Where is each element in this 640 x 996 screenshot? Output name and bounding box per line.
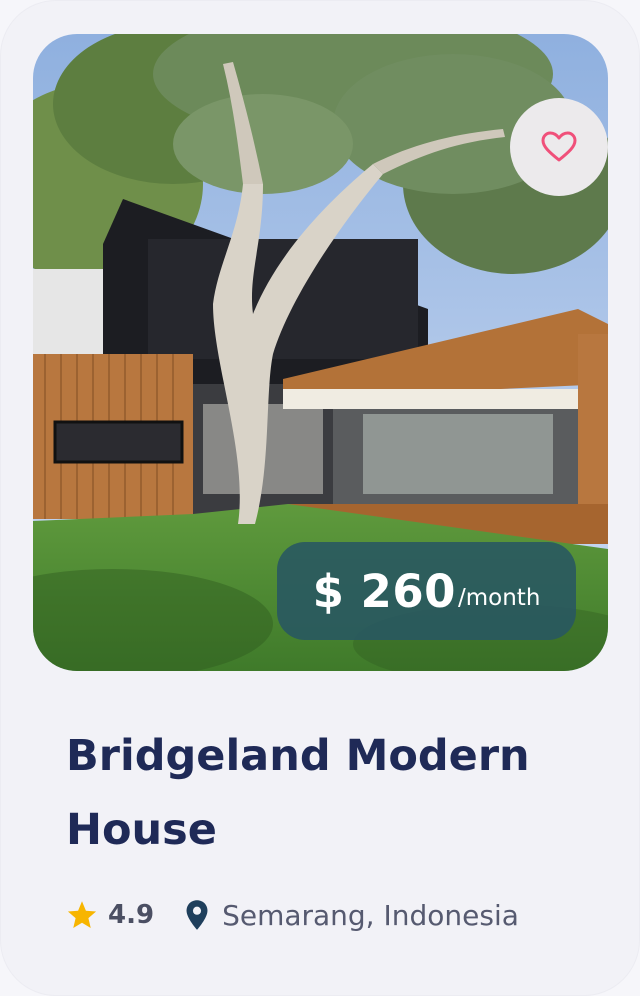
star-icon: [67, 901, 97, 929]
map-pin-icon: [186, 900, 208, 930]
property-card[interactable]: $ 260 /month Bridgeland Modern House 4.9…: [0, 0, 640, 996]
heart-outline-icon: [541, 131, 577, 162]
price-period: /month: [458, 585, 541, 611]
property-title: Bridgeland Modern House: [66, 731, 530, 855]
property-meta: 4.9 Semarang, Indonesia: [66, 894, 519, 936]
favorite-button[interactable]: [510, 98, 608, 196]
location-text: Semarang, Indonesia: [222, 898, 519, 932]
price-amount: $ 260: [312, 564, 456, 618]
price-badge: $ 260 /month: [277, 542, 576, 640]
rating-value: 4.9: [108, 900, 155, 930]
